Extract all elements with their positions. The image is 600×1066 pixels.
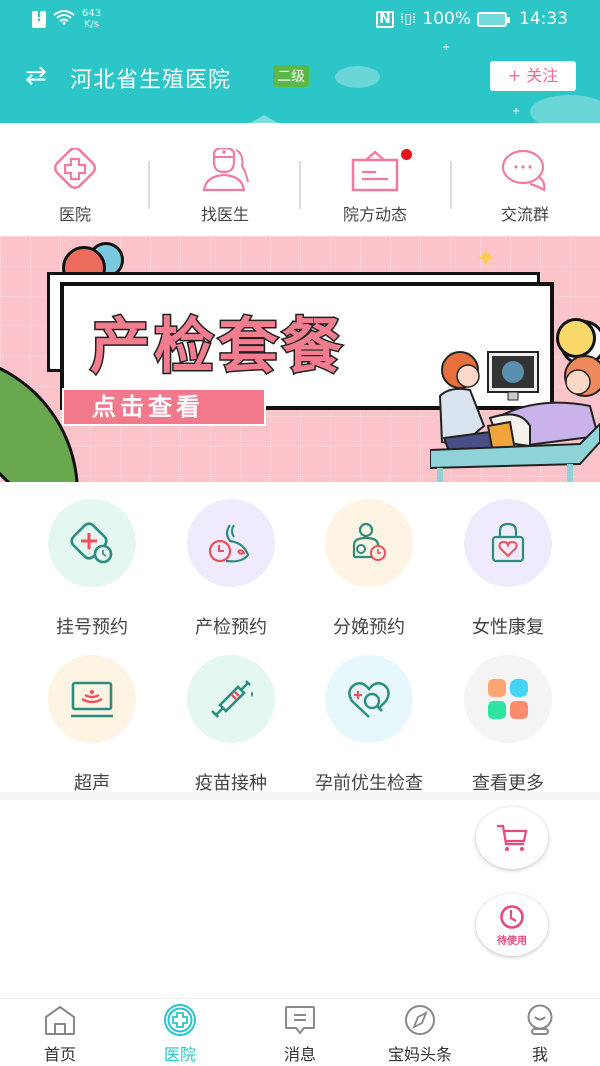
tab-hospital[interactable]: 医院 <box>120 999 240 1066</box>
service-prenatal-check[interactable]: 产检预约 <box>161 499 301 639</box>
network-speed: 643 K/s <box>82 8 102 30</box>
service-icon-bg <box>187 655 275 743</box>
quick-nav-label: 院方动态 <box>342 205 407 224</box>
shopping-cart-icon <box>497 824 528 851</box>
divider <box>299 161 301 209</box>
service-women-rehab[interactable]: 女性康复 <box>438 499 578 639</box>
tab-mom-headlines[interactable]: 宝妈头条 <box>360 999 480 1066</box>
level-badge: 二级 <box>273 65 309 87</box>
follow-button[interactable]: + 关注 <box>490 61 576 91</box>
pending-use-label: 待使用 <box>497 935 527 947</box>
service-icon-bg <box>48 499 136 587</box>
tab-label: 医院 <box>163 1045 196 1064</box>
service-icon-bg <box>325 499 413 587</box>
service-label: 挂号预约 <box>56 617 128 638</box>
vibrate-icon: ⁞▯⁞ <box>399 11 417 27</box>
divider <box>148 161 150 209</box>
quick-nav-label: 医院 <box>58 205 91 224</box>
switch-hospital-icon[interactable]: ⇄ <box>25 61 47 91</box>
chat-bubbles-icon <box>501 149 546 192</box>
registration-icon <box>70 522 113 564</box>
promo-banner[interactable]: ✦ 产检套餐 点击查看 <box>0 236 600 482</box>
clock-time: 14:33 <box>519 9 568 29</box>
quick-nav-hospital[interactable]: 医院 <box>0 123 150 235</box>
pending-use-button[interactable]: 待使用 <box>476 894 548 956</box>
compass-icon <box>405 1005 435 1035</box>
quick-nav-label: 交流群 <box>500 205 549 224</box>
cart-button[interactable] <box>476 807 548 869</box>
service-registration[interactable]: 挂号预约 <box>22 499 162 639</box>
clock-icon <box>500 904 524 929</box>
quick-nav-hospital-news[interactable]: 院方动态 <box>300 123 450 235</box>
banner-view-button[interactable]: 点击查看 <box>62 388 266 426</box>
hospital-name: 河北省生殖医院 <box>70 68 232 93</box>
tab-label: 宝妈头条 <box>387 1045 452 1064</box>
service-icon-bg <box>48 655 136 743</box>
delivery-icon <box>352 522 386 561</box>
service-preconception-check[interactable]: 孕前优生检查 <box>299 655 439 795</box>
cloud-decoration <box>530 95 600 123</box>
quick-nav-find-doctor[interactable]: 找医生 <box>150 123 300 235</box>
service-icon-bg <box>187 499 275 587</box>
service-label: 分娩预约 <box>333 617 405 638</box>
quick-nav-chat-group[interactable]: 交流群 <box>450 123 600 235</box>
notification-dot <box>401 149 412 160</box>
service-icon-bg <box>325 655 413 743</box>
heart-search-icon <box>348 682 390 718</box>
service-vaccine[interactable]: 疫苗接种 <box>161 655 301 795</box>
bottom-tab-bar: 首页 医院 消息 宝妈头条 我 <box>0 998 600 1066</box>
message-icon <box>285 1006 315 1035</box>
service-label: 女性康复 <box>472 617 544 638</box>
vaccine-syringe-icon <box>211 680 253 718</box>
more-grid-icon <box>488 679 528 719</box>
home-icon <box>45 1005 75 1035</box>
section-divider <box>0 792 600 800</box>
service-ultrasound[interactable]: 超声 <box>22 655 162 795</box>
tab-me[interactable]: 我 <box>480 999 600 1066</box>
hospital-cross-icon <box>54 148 96 189</box>
star-decoration: + <box>512 106 521 117</box>
tab-label: 消息 <box>283 1045 316 1064</box>
sparkle-decoration: ✦ <box>475 244 497 274</box>
doctor-icon <box>202 148 249 192</box>
service-icon-bg <box>464 499 552 587</box>
star-decoration: + <box>442 42 451 53</box>
quick-nav: 医院 找医生 院方动态 交流群 <box>0 123 600 235</box>
service-more[interactable]: 查看更多 <box>438 655 578 795</box>
profile-icon <box>527 1004 553 1035</box>
tab-label: 我 <box>531 1045 548 1064</box>
hospital-icon <box>164 1004 196 1036</box>
quick-nav-label: 找医生 <box>200 205 249 224</box>
ultrasound-icon <box>71 681 113 718</box>
tab-messages[interactable]: 消息 <box>240 999 360 1066</box>
service-label: 产检预约 <box>195 617 267 638</box>
nfc-icon: N <box>376 10 394 28</box>
sim-alert-icon <box>32 10 46 28</box>
notice-board-icon <box>351 150 399 192</box>
banner-title: 产检套餐 <box>89 311 346 384</box>
tab-home[interactable]: 首页 <box>0 999 120 1066</box>
service-icon-bg <box>464 655 552 743</box>
triangle-decoration <box>250 115 278 123</box>
header: + + 643K/s N ⁞▯⁞ 100% 14:33 ⇄ 河北省生殖医院 二级… <box>0 0 600 123</box>
service-delivery[interactable]: 分娩预约 <box>299 499 439 639</box>
battery-level: 100% <box>422 9 471 29</box>
divider <box>450 161 452 209</box>
status-bar: 643K/s N ⁞▯⁞ 100% 14:33 <box>0 0 600 40</box>
tab-label: 首页 <box>43 1045 76 1064</box>
prenatal-ultrasound-illustration <box>430 351 600 482</box>
prenatal-check-icon <box>208 524 250 563</box>
women-rehab-icon <box>491 522 525 563</box>
wifi-icon <box>52 9 76 29</box>
battery-icon <box>477 11 510 27</box>
